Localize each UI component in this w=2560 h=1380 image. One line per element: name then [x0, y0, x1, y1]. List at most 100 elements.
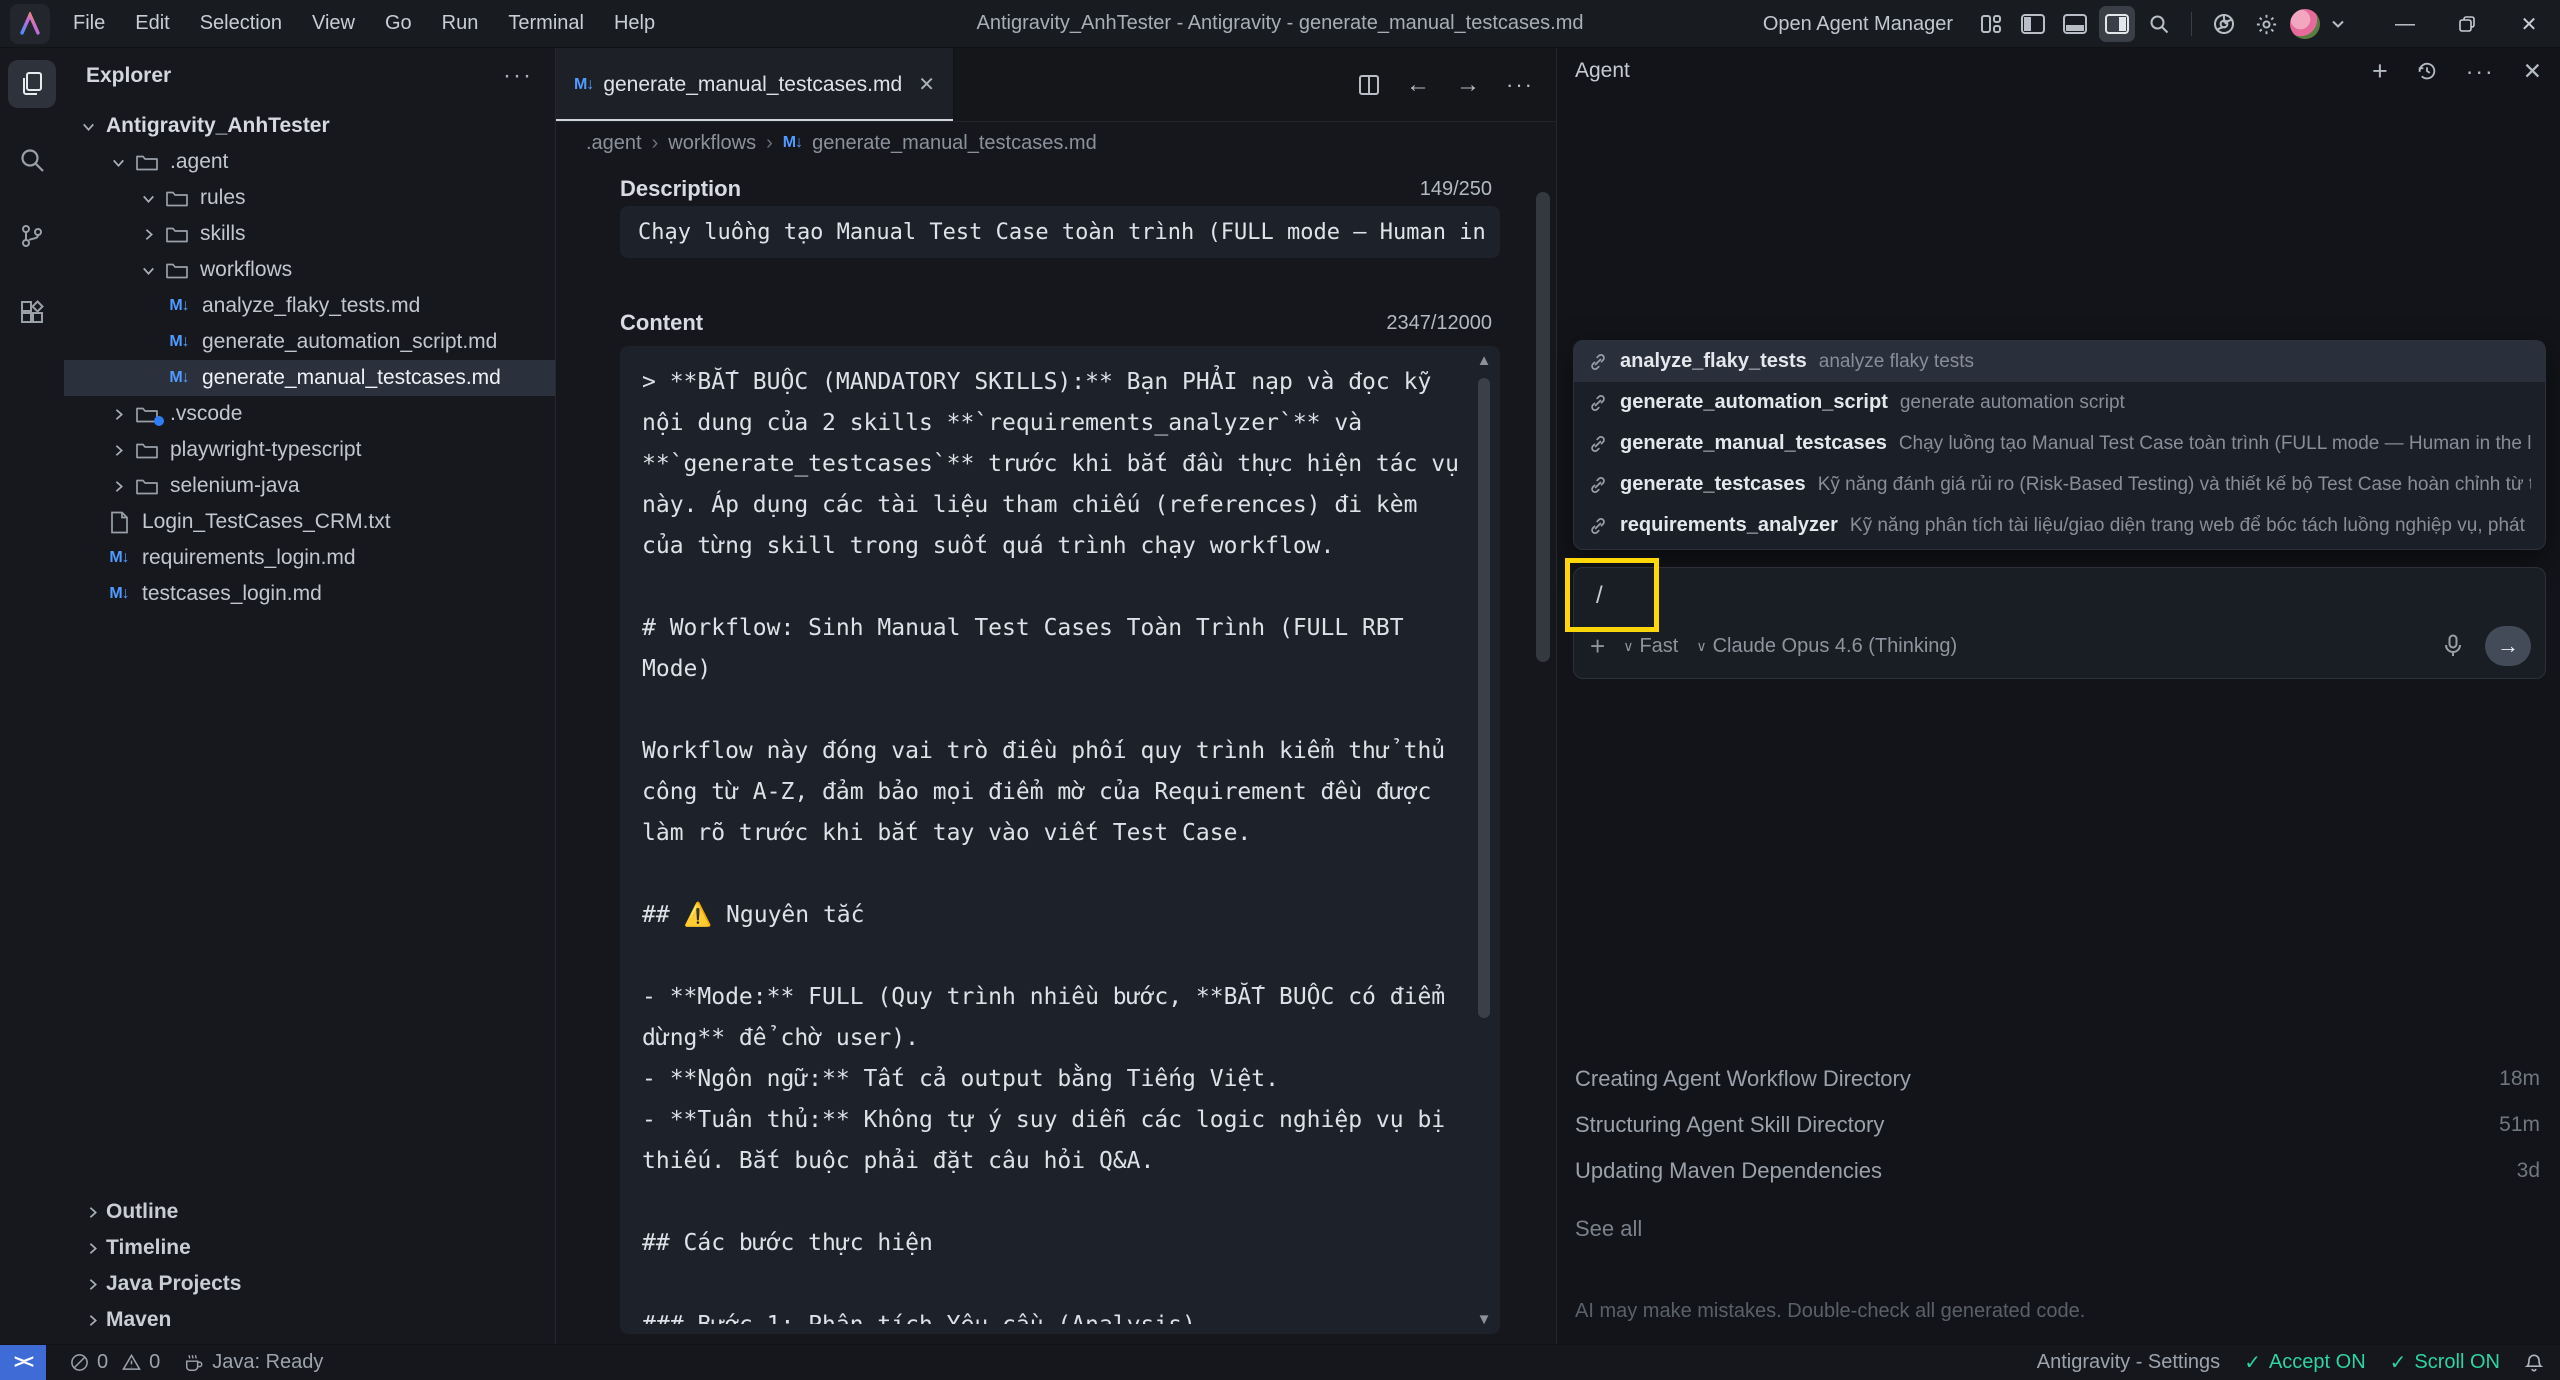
- tree-item-skills[interactable]: skills: [64, 216, 555, 252]
- tree-item-rules[interactable]: rules: [64, 180, 555, 216]
- suggestion-description: generate automation script: [1900, 392, 2125, 414]
- tab-bar: M↓ generate_manual_testcases.md ✕ ← → ··…: [556, 48, 1556, 122]
- antigravity-settings[interactable]: Antigravity - Settings: [2025, 1345, 2232, 1380]
- title-bar: FileEditSelectionViewGoRunTerminalHelp A…: [0, 0, 2560, 48]
- scroll-up-icon[interactable]: ▲: [1474, 352, 1494, 369]
- history-icon[interactable]: [2416, 60, 2438, 82]
- microphone-icon[interactable]: [2443, 634, 2463, 658]
- agent-close-icon[interactable]: ✕: [2523, 58, 2542, 85]
- toggle-bottom-panel-icon[interactable]: [2057, 6, 2093, 42]
- sidebar-section-timeline[interactable]: Timeline: [64, 1230, 555, 1266]
- extensions-icon[interactable]: [8, 288, 56, 336]
- close-window-button[interactable]: ✕: [2498, 0, 2560, 48]
- editor-pane: M↓ generate_manual_testcases.md ✕ ← → ··…: [556, 48, 1556, 1344]
- breadcrumb-item[interactable]: workflows: [668, 132, 756, 155]
- sidebar-section-java-projects[interactable]: Java Projects: [64, 1266, 555, 1302]
- customize-layout-icon[interactable]: [1973, 6, 2009, 42]
- menu-terminal[interactable]: Terminal: [493, 0, 599, 48]
- suggestion-generate_testcases[interactable]: generate_testcasesKỹ năng đánh giá rủi r…: [1574, 464, 2545, 505]
- suggestion-generate_automation_script[interactable]: generate_automation_scriptgenerate autom…: [1574, 382, 2545, 423]
- chevron-right-icon: [134, 226, 162, 243]
- menu-help[interactable]: Help: [599, 0, 670, 48]
- description-input[interactable]: Chạy luồng tạo Manual Test Case toàn trì…: [620, 206, 1500, 258]
- navigate-back-icon[interactable]: ←: [1406, 71, 1430, 99]
- menu-view[interactable]: View: [297, 0, 370, 48]
- editor-more-icon[interactable]: ···: [1506, 72, 1534, 98]
- window-title: Antigravity_AnhTester - Antigravity - ge…: [977, 12, 1584, 35]
- content-scrollbar[interactable]: ▲ ▼: [1474, 352, 1494, 1328]
- tree-item--agent[interactable]: .agent: [64, 144, 555, 180]
- suggestion-analyze_flaky_tests[interactable]: analyze_flaky_testsanalyze flaky tests: [1574, 341, 2545, 382]
- navigate-forward-icon[interactable]: →: [1456, 71, 1480, 99]
- chevron-down-icon[interactable]: [2326, 6, 2350, 42]
- tree-item-antigravity-anhtester[interactable]: Antigravity_AnhTester: [64, 108, 555, 144]
- task-row[interactable]: Creating Agent Workflow Directory18m: [1575, 1056, 2540, 1102]
- tree-item-analyze-flaky-tests-md[interactable]: M↓analyze_flaky_tests.md: [64, 288, 555, 324]
- chevron-right-icon: [104, 478, 132, 495]
- content-textarea[interactable]: > **BẮT BUỘC (MANDATORY SKILLS):** Bạn P…: [620, 346, 1500, 1334]
- editor-scrollbar[interactable]: [1536, 168, 1550, 1344]
- menu-run[interactable]: Run: [427, 0, 494, 48]
- file-tree: Antigravity_AnhTester.agentrulesskillswo…: [64, 108, 555, 612]
- mode-dropdown[interactable]: ∨Fast: [1623, 635, 1678, 658]
- open-agent-manager-button[interactable]: Open Agent Manager: [1763, 13, 1953, 36]
- breadcrumb-item[interactable]: generate_manual_testcases.md: [812, 132, 1097, 155]
- tab-close-icon[interactable]: ✕: [918, 72, 935, 97]
- agent-more-icon[interactable]: ···: [2466, 58, 2495, 85]
- minimize-button[interactable]: —: [2374, 0, 2436, 48]
- sidebar-section-outline[interactable]: Outline: [64, 1194, 555, 1230]
- tree-item-generate-manual-testcases-md[interactable]: M↓generate_manual_testcases.md: [64, 360, 555, 396]
- java-status[interactable]: Java: Ready: [172, 1345, 335, 1380]
- workflow-suggestions-popup: analyze_flaky_testsanalyze flaky testsge…: [1573, 340, 2546, 550]
- suggestion-generate_manual_testcases[interactable]: generate_manual_testcasesChạy luồng tạo …: [1574, 423, 2545, 464]
- menu-file[interactable]: File: [58, 0, 120, 48]
- menu-go[interactable]: Go: [370, 0, 427, 48]
- explorer-icon[interactable]: [8, 60, 56, 108]
- tree-item-workflows[interactable]: workflows: [64, 252, 555, 288]
- send-button[interactable]: →: [2485, 626, 2531, 666]
- tab-label: generate_manual_testcases.md: [603, 73, 902, 97]
- source-control-icon[interactable]: [8, 212, 56, 260]
- chevron-down-icon: [134, 190, 162, 207]
- new-conversation-icon[interactable]: +: [2372, 56, 2388, 87]
- sidebar-section-maven[interactable]: Maven: [64, 1302, 555, 1338]
- user-avatar[interactable]: [2290, 9, 2320, 39]
- tree-item-generate-automation-script-md[interactable]: M↓generate_automation_script.md: [64, 324, 555, 360]
- scroll-down-icon[interactable]: ▼: [1474, 1311, 1494, 1328]
- attach-icon[interactable]: +: [1590, 631, 1605, 662]
- tree-item-testcases-login-md[interactable]: M↓testcases_login.md: [64, 576, 555, 612]
- breadcrumb-item[interactable]: .agent: [586, 132, 642, 155]
- task-row[interactable]: Structuring Agent Skill Directory51m: [1575, 1102, 2540, 1148]
- model-dropdown[interactable]: ∨Claude Opus 4.6 (Thinking): [1696, 635, 1957, 658]
- suggestion-requirements_analyzer[interactable]: requirements_analyzerKỹ năng phân tích t…: [1574, 505, 2545, 546]
- remote-indicator[interactable]: ><: [0, 1345, 46, 1380]
- tab-generate-manual-testcases[interactable]: M↓ generate_manual_testcases.md ✕: [556, 48, 954, 121]
- restore-button[interactable]: [2436, 0, 2498, 48]
- search-sidebar-icon[interactable]: [8, 136, 56, 184]
- menu-selection[interactable]: Selection: [185, 0, 297, 48]
- toggle-left-sidebar-icon[interactable]: [2015, 6, 2051, 42]
- explorer-more-icon[interactable]: ···: [503, 62, 533, 90]
- tree-item-requirements-login-md[interactable]: M↓requirements_login.md: [64, 540, 555, 576]
- modified-dot: [154, 416, 164, 426]
- scroll-toggle[interactable]: ✓ Scroll ON: [2378, 1345, 2512, 1380]
- tree-item-playwright-typescript[interactable]: playwright-typescript: [64, 432, 555, 468]
- tree-item-login-testcases-crm-txt[interactable]: Login_TestCases_CRM.txt: [64, 504, 555, 540]
- tree-item--vscode[interactable]: .vscode: [64, 396, 555, 432]
- split-editor-icon[interactable]: [1358, 74, 1380, 96]
- toggle-right-sidebar-icon[interactable]: [2099, 6, 2135, 42]
- notifications-bell-icon[interactable]: [2512, 1345, 2560, 1380]
- agent-input-box[interactable]: / + ∨Fast ∨Claude Opus 4.6 (Thinking) →: [1573, 567, 2546, 679]
- task-row[interactable]: Updating Maven Dependencies3d: [1575, 1148, 2540, 1194]
- accept-toggle[interactable]: ✓ Accept ON: [2232, 1345, 2377, 1380]
- menu-edit[interactable]: Edit: [120, 0, 184, 48]
- settings-gear-icon[interactable]: [2248, 6, 2284, 42]
- chevron-down-icon: [74, 118, 102, 135]
- problems-indicator[interactable]: 0 0: [58, 1345, 172, 1380]
- tree-item-label: playwright-typescript: [170, 438, 361, 462]
- tree-item-selenium-java[interactable]: selenium-java: [64, 468, 555, 504]
- see-all-link[interactable]: See all: [1575, 1216, 1642, 1242]
- browser-icon[interactable]: [2206, 6, 2242, 42]
- search-icon[interactable]: [2141, 6, 2177, 42]
- scrollbar-thumb[interactable]: [1478, 378, 1490, 1018]
